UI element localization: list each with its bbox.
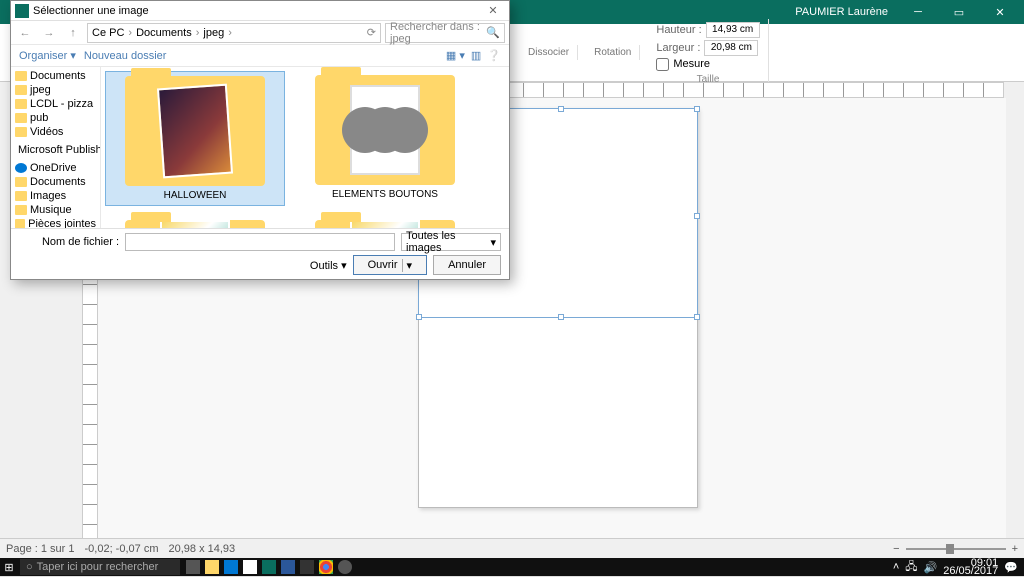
back-button[interactable]: ← bbox=[15, 23, 35, 43]
cancel-button[interactable]: Annuler bbox=[433, 255, 501, 275]
publisher-icon bbox=[15, 4, 29, 18]
folder-icon bbox=[125, 220, 265, 228]
status-dims: 20,98 x 14,93 bbox=[168, 543, 235, 555]
publisher-user: PAUMIER Laurène bbox=[795, 6, 888, 18]
folder-tree[interactable]: Documents jpeg LCDL - pizza pub Vidéos M… bbox=[11, 67, 101, 228]
filename-label: Nom de fichier : bbox=[19, 236, 119, 248]
tree-lcdl[interactable]: LCDL - pizza bbox=[13, 97, 98, 111]
chevron-down-icon[interactable]: ▾ bbox=[402, 259, 413, 272]
ribbon-dissocier[interactable]: Dissocier bbox=[528, 47, 569, 58]
store-icon[interactable] bbox=[241, 558, 259, 576]
help-icon[interactable]: ❔ bbox=[487, 49, 501, 62]
task-view-icon[interactable] bbox=[184, 558, 202, 576]
edge-icon[interactable] bbox=[222, 558, 240, 576]
new-folder-button[interactable]: Nouveau dossier bbox=[84, 50, 167, 62]
bc-documents[interactable]: Documents bbox=[136, 27, 192, 39]
chevron-right-icon: › bbox=[196, 27, 200, 39]
word-icon[interactable] bbox=[279, 558, 297, 576]
start-button[interactable]: ⊞ bbox=[0, 558, 18, 576]
zoom-slider[interactable] bbox=[906, 548, 1006, 550]
chevron-down-icon: ▾ bbox=[490, 236, 496, 249]
hauteur-label: Hauteur : bbox=[656, 24, 701, 36]
organise-button[interactable]: Organiser ▾ bbox=[19, 49, 76, 62]
tree-od-pj[interactable]: Pièces jointes bbox=[13, 217, 98, 228]
hauteur-input[interactable] bbox=[706, 22, 760, 38]
search-icon: 🔍 bbox=[486, 26, 500, 39]
folder-label: HALLOWEEN bbox=[164, 190, 227, 201]
cortana-icon: ○ bbox=[26, 561, 33, 573]
dialog-toolbar: Organiser ▾ Nouveau dossier ▦ ▾ ▥ ❔ bbox=[11, 45, 509, 67]
dialog-file-list[interactable]: HALLOWEEN ELEMENTS BOUTONS bbox=[101, 67, 509, 228]
chevron-right-icon: › bbox=[128, 27, 132, 39]
taskbar-clock[interactable]: 09:01 26/05/2017 bbox=[943, 559, 998, 575]
app-icon-2[interactable] bbox=[336, 558, 354, 576]
tree-od-musique[interactable]: Musique bbox=[13, 203, 98, 217]
folder-elements-boutons[interactable]: ELEMENTS BOUTONS bbox=[295, 71, 475, 206]
publisher-statusbar: Page : 1 sur 1 -0,02; -0,07 cm 20,98 x 1… bbox=[0, 538, 1024, 558]
mesure-label: Mesure bbox=[673, 58, 710, 70]
tree-od-images[interactable]: Images bbox=[13, 189, 98, 203]
largeur-input[interactable] bbox=[704, 40, 758, 56]
breadcrumb[interactable]: Ce PC › Documents › jpeg › ⟳ bbox=[87, 23, 381, 43]
status-coords: -0,02; -0,07 cm bbox=[85, 543, 159, 555]
minimize-button[interactable]: ─ bbox=[898, 0, 938, 24]
maximize-button[interactable]: ▭ bbox=[939, 0, 979, 24]
network-icon[interactable]: 🖧 bbox=[905, 558, 917, 577]
close-button[interactable]: ✕ bbox=[980, 0, 1020, 24]
search-input[interactable]: Rechercher dans : jpeg 🔍 bbox=[385, 23, 505, 43]
refresh-icon[interactable]: ⟳ bbox=[367, 26, 376, 39]
forward-button[interactable]: → bbox=[39, 23, 59, 43]
zoom-plus-icon[interactable]: + bbox=[1012, 543, 1018, 555]
file-open-dialog: Sélectionner une image ✕ ← → ↑ Ce PC › D… bbox=[10, 0, 510, 280]
tree-pub[interactable]: pub bbox=[13, 111, 98, 125]
folder-label: ELEMENTS BOUTONS bbox=[332, 189, 438, 200]
publisher-taskbar-icon[interactable] bbox=[260, 558, 278, 576]
dialog-nav: ← → ↑ Ce PC › Documents › jpeg › ⟳ Reche… bbox=[11, 21, 509, 45]
tray-chevron-icon[interactable]: ˄ bbox=[893, 561, 899, 573]
tree-ms-publish[interactable]: Microsoft Publish bbox=[13, 143, 98, 157]
ribbon-rotation[interactable]: Rotation bbox=[594, 47, 631, 58]
mesure-checkbox[interactable] bbox=[656, 58, 669, 71]
folder-partial-2[interactable] bbox=[295, 216, 475, 228]
open-button[interactable]: Ouvrir ▾ bbox=[353, 255, 427, 275]
preview-pane-button[interactable]: ▥ bbox=[471, 49, 481, 62]
folder-partial-1[interactable] bbox=[105, 216, 285, 228]
notifications-icon[interactable]: 💬 bbox=[1004, 561, 1018, 574]
file-type-filter[interactable]: Toutes les images▾ bbox=[401, 233, 501, 251]
dialog-title: Sélectionner une image bbox=[33, 5, 481, 17]
volume-icon[interactable]: 🔊 bbox=[924, 561, 938, 574]
dialog-close-button[interactable]: ✕ bbox=[481, 4, 505, 17]
folder-icon bbox=[125, 76, 265, 186]
chrome-icon[interactable] bbox=[317, 558, 335, 576]
tree-documents[interactable]: Documents bbox=[13, 69, 98, 83]
folder-icon bbox=[315, 75, 455, 185]
tree-jpeg[interactable]: jpeg bbox=[13, 83, 98, 97]
bc-root[interactable]: Ce PC bbox=[92, 27, 124, 39]
tree-od-docs[interactable]: Documents bbox=[13, 175, 98, 189]
file-explorer-icon[interactable] bbox=[203, 558, 221, 576]
chevron-right-icon: › bbox=[228, 27, 232, 39]
system-tray[interactable]: ˄ 🖧 🔊 09:01 26/05/2017 💬 bbox=[887, 558, 1024, 577]
largeur-label: Largeur : bbox=[656, 42, 700, 54]
taskbar-search[interactable]: ○ Taper ici pour rechercher bbox=[20, 559, 180, 575]
tree-videos[interactable]: Vidéos bbox=[13, 125, 98, 139]
folder-halloween[interactable]: HALLOWEEN bbox=[105, 71, 285, 206]
bc-jpeg[interactable]: jpeg bbox=[203, 27, 224, 39]
windows-taskbar: ⊞ ○ Taper ici pour rechercher ˄ 🖧 🔊 09:0… bbox=[0, 558, 1024, 576]
folder-icon bbox=[315, 220, 455, 228]
app-icon[interactable] bbox=[298, 558, 316, 576]
outils-dropdown[interactable]: Outils ▾ bbox=[310, 259, 347, 272]
view-options-button[interactable]: ▦ ▾ bbox=[446, 49, 465, 62]
zoom-minus-icon[interactable]: − bbox=[893, 543, 899, 555]
status-page: Page : 1 sur 1 bbox=[6, 543, 75, 555]
tree-onedrive[interactable]: OneDrive bbox=[13, 161, 98, 175]
filename-input[interactable] bbox=[125, 233, 395, 251]
up-button[interactable]: ↑ bbox=[63, 23, 83, 43]
dialog-titlebar: Sélectionner une image ✕ bbox=[11, 1, 509, 21]
